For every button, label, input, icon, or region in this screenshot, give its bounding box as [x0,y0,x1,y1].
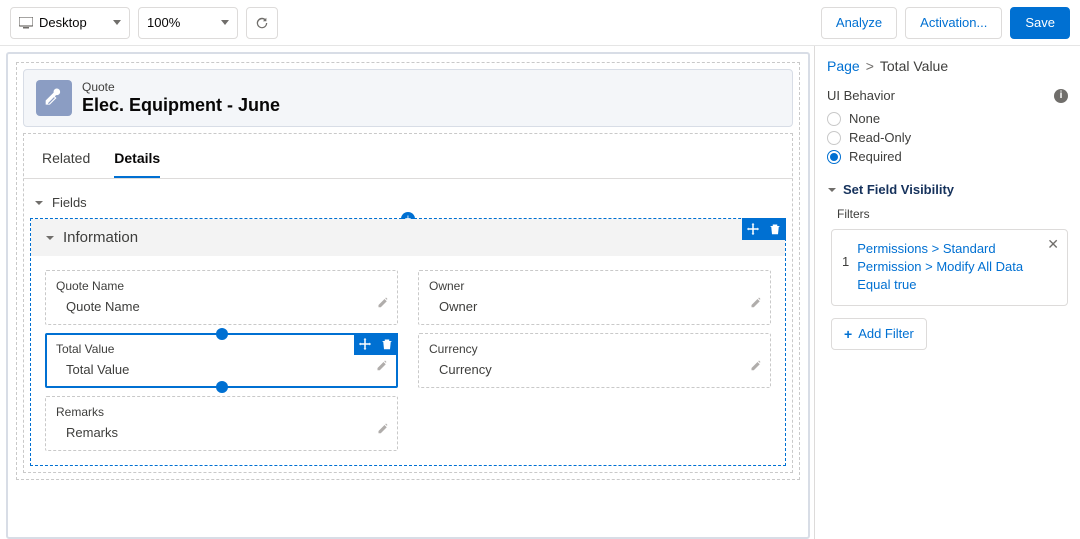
analyze-button[interactable]: Analyze [821,7,897,39]
set-field-visibility-toggle[interactable]: Set Field Visibility [827,182,1068,197]
filter-text: Permissions > Standard Permission > Modi… [857,240,1057,295]
plus-icon: + [844,326,852,342]
chevron-down-icon [45,233,55,243]
refresh-button[interactable] [246,7,278,39]
add-filter-button[interactable]: + Add Filter [831,318,927,350]
information-section[interactable]: + Information Quo [30,218,786,466]
move-button[interactable] [354,333,376,355]
device-dropdown[interactable]: Desktop [10,7,130,39]
filter-number: 1 [842,240,849,295]
pencil-icon [750,296,762,308]
record-title: Elec. Equipment - June [82,95,280,116]
breadcrumb-page[interactable]: Page [827,58,860,74]
filters-label: Filters [837,207,1068,221]
add-below-dot[interactable] [216,381,228,393]
chevron-down-icon [827,185,837,195]
tab-related[interactable]: Related [42,150,90,178]
filter-item[interactable]: 1 Permissions > Standard Permission > Mo… [831,229,1068,306]
zoom-label: 100% [147,15,180,30]
field-quote-name[interactable]: Quote Name Quote Name [45,270,398,325]
field-value: Remarks [56,425,387,440]
field-label: Quote Name [56,279,387,293]
save-button[interactable]: Save [1010,7,1070,39]
pencil-icon [377,422,389,434]
field-currency[interactable]: Currency Currency [418,333,771,388]
tab-details[interactable]: Details [114,150,160,178]
properties-panel: Page > Total Value UI Behavior i None Re… [814,46,1080,539]
information-label: Information [63,229,138,246]
object-label: Quote [82,80,280,94]
delete-button[interactable] [376,333,398,355]
field-value: Owner [429,299,760,314]
close-icon[interactable]: ✕ [1047,236,1059,253]
field-remarks[interactable]: Remarks Remarks [45,396,398,451]
quote-icon [36,80,72,116]
field-value: Currency [429,362,760,377]
field-label: Total Value [56,342,387,356]
move-button[interactable] [742,218,764,240]
breadcrumb-current: Total Value [880,58,948,74]
field-total-value[interactable]: Total Value Total Value [45,333,398,388]
desktop-icon [19,17,33,29]
trash-icon [381,338,393,350]
info-icon[interactable]: i [1054,89,1068,103]
trash-icon [769,223,781,235]
field-owner[interactable]: Owner Owner [418,270,771,325]
device-label: Desktop [39,15,87,30]
tabs: Related Details [24,140,792,179]
breadcrumb-separator: > [866,58,874,74]
pencil-icon [376,359,388,371]
delete-button[interactable] [764,218,786,240]
breadcrumb: Page > Total Value [827,58,1068,74]
ui-behavior-radios: None Read-Only Required [827,111,1068,164]
move-icon [359,338,371,350]
radio-required[interactable]: Required [827,149,1068,164]
canvas: Quote Elec. Equipment - June Related Det… [6,52,810,539]
pencil-icon [750,359,762,371]
chevron-down-icon [34,198,44,208]
refresh-icon [255,16,269,30]
field-label: Remarks [56,405,387,419]
record-header[interactable]: Quote Elec. Equipment - June [23,69,793,127]
radio-readonly[interactable]: Read-Only [827,130,1068,145]
ui-behavior-label: UI Behavior [827,88,895,103]
activation-button[interactable]: Activation... [905,7,1002,39]
field-value: Quote Name [56,299,387,314]
move-icon [747,223,759,235]
radio-none[interactable]: None [827,111,1068,126]
field-value: Total Value [56,362,387,377]
field-label: Owner [429,279,760,293]
caret-down-icon [113,20,121,25]
pencil-icon [377,296,389,308]
fields-label: Fields [52,195,87,210]
caret-down-icon [221,20,229,25]
zoom-dropdown[interactable]: 100% [138,7,238,39]
field-label: Currency [429,342,760,356]
add-above-dot[interactable] [216,328,228,340]
